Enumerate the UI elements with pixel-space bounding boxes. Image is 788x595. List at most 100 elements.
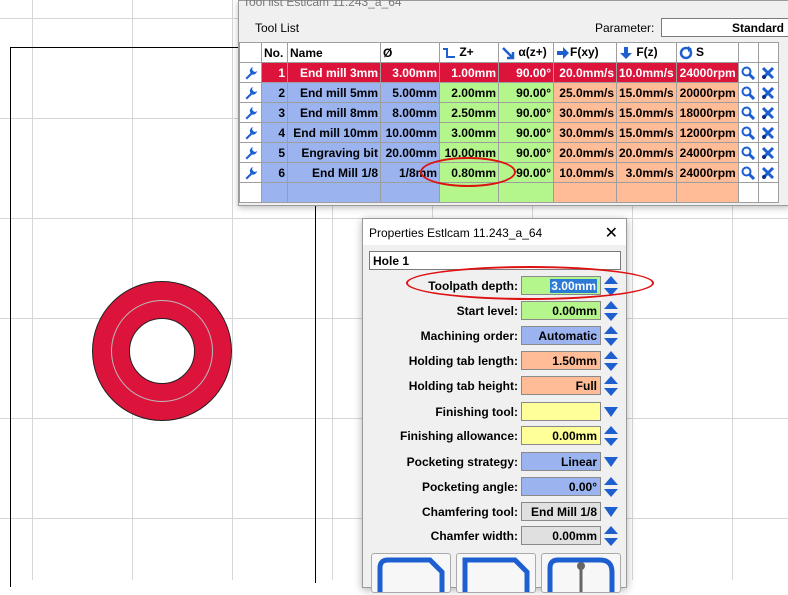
table-row[interactable]: 3 End mill 8mm 8.00mm 2.50mm 90.00° 30.0mm/s 1… — [239, 102, 779, 123]
tool-s-cell[interactable]: 18000rpm — [675, 102, 739, 123]
empty-cell[interactable] — [287, 182, 381, 203]
tool-z-cell[interactable]: 1.00mm — [439, 62, 499, 83]
dropdown-control[interactable] — [603, 505, 619, 519]
edit-tool-cell[interactable] — [239, 62, 262, 83]
hole-shape[interactable] — [92, 281, 232, 421]
tool-fxy-cell[interactable]: 30.0mm/s — [553, 122, 617, 143]
tool-s-cell[interactable]: 20000rpm — [675, 82, 739, 103]
tool-fxy-cell[interactable]: 30.0mm/s — [553, 102, 617, 123]
find-tool-cell[interactable] — [737, 62, 759, 83]
property-field[interactable] — [521, 402, 601, 421]
tool-name-cell[interactable]: End mill 3mm — [287, 62, 381, 83]
property-field[interactable]: 0.00° — [521, 477, 601, 496]
tool-no-cell[interactable]: 2 — [261, 82, 288, 103]
table-row[interactable]: 1 End mill 3mm 3.00mm 1.00mm 90.00° 20.0mm/s 1… — [239, 62, 779, 83]
tool-diameter-cell[interactable]: 20.00mm — [380, 142, 440, 163]
find-tool-cell[interactable] — [737, 102, 759, 123]
tool-diameter-cell[interactable]: 3.00mm — [380, 62, 440, 83]
tool-s-cell[interactable]: 24000rpm — [675, 162, 739, 183]
empty-cell[interactable] — [380, 182, 440, 203]
spin-control[interactable] — [603, 375, 619, 397]
contour-inside-button[interactable] — [456, 553, 536, 593]
property-field[interactable]: Full — [521, 376, 601, 395]
tool-name-cell[interactable]: End mill 10mm — [287, 122, 381, 143]
contour-outside-button[interactable] — [371, 553, 451, 593]
dropdown-control[interactable] — [603, 405, 619, 419]
find-tool-cell[interactable] — [737, 122, 759, 143]
tool-list-menu[interactable]: Tool List — [255, 21, 299, 35]
header-z[interactable]: Z+ — [439, 42, 499, 63]
dropdown-control[interactable] — [603, 455, 619, 469]
empty-cell[interactable] — [675, 182, 739, 203]
edit-tool-cell[interactable] — [239, 122, 262, 143]
tool-alpha-cell[interactable]: 90.00° — [498, 62, 554, 83]
tool-no-cell[interactable]: 1 — [261, 62, 288, 83]
property-field[interactable]: 1.50mm — [521, 351, 601, 370]
tool-s-cell[interactable]: 24000rpm — [675, 142, 739, 163]
tool-no-cell[interactable]: 6 — [261, 162, 288, 183]
tool-z-cell[interactable]: 3.00mm — [439, 122, 499, 143]
tool-alpha-cell[interactable]: 90.00° — [498, 102, 554, 123]
property-field[interactable]: Linear — [521, 452, 601, 471]
delete-tool-cell[interactable] — [757, 142, 779, 163]
tool-alpha-cell[interactable]: 90.00° — [498, 82, 554, 103]
tool-diameter-cell[interactable]: 10.00mm — [380, 122, 440, 143]
empty-cell[interactable] — [553, 182, 617, 203]
tool-diameter-cell[interactable]: 8.00mm — [380, 102, 440, 123]
tool-name-cell[interactable]: End mill 5mm — [287, 82, 381, 103]
find-tool-cell[interactable] — [737, 162, 759, 183]
table-row[interactable]: 5 Engraving bit 20.00mm 10.00mm 90.00° 20.0mm… — [239, 142, 779, 163]
property-field[interactable]: Automatic — [521, 326, 601, 345]
header-s[interactable]: S — [675, 42, 739, 63]
property-field[interactable]: 0.00mm — [521, 526, 601, 545]
table-row-empty[interactable] — [239, 182, 779, 203]
tool-alpha-cell[interactable]: 90.00° — [498, 142, 554, 163]
tool-fz-cell[interactable]: 20.0mm/s — [616, 142, 677, 163]
tool-z-cell[interactable]: 2.50mm — [439, 102, 499, 123]
tool-no-cell[interactable]: 4 — [261, 122, 288, 143]
tool-s-cell[interactable]: 24000rpm — [675, 62, 739, 83]
tool-name-cell[interactable]: Engraving bit — [287, 142, 381, 163]
property-field[interactable]: End Mill 1/8 — [521, 502, 601, 521]
close-icon[interactable]: ✕ — [605, 223, 618, 243]
delete-tool-cell[interactable] — [757, 162, 779, 183]
header-fz[interactable]: F(z) — [616, 42, 677, 63]
tool-name-cell[interactable]: End Mill 1/8 — [287, 162, 381, 183]
edit-tool-cell[interactable] — [239, 102, 262, 123]
tool-fxy-cell[interactable]: 10.0mm/s — [553, 162, 617, 183]
edit-tool-cell[interactable] — [239, 142, 262, 163]
spin-control[interactable] — [603, 525, 619, 547]
header-alpha[interactable]: α(z+) — [498, 42, 554, 63]
edit-tool-cell[interactable] — [239, 162, 262, 183]
tool-fxy-cell[interactable]: 20.0mm/s — [553, 62, 617, 83]
property-field[interactable]: 0.00mm — [521, 426, 601, 445]
table-row[interactable]: 4 End mill 10mm 10.00mm 3.00mm 90.00° 30.0mm/… — [239, 122, 779, 143]
drill-button[interactable] — [541, 553, 621, 593]
tool-fz-cell[interactable]: 10.0mm/s — [616, 62, 677, 83]
table-row[interactable]: 2 End mill 5mm 5.00mm 2.00mm 90.00° 25.0mm/s 1… — [239, 82, 779, 103]
edit-tool-cell[interactable] — [239, 82, 262, 103]
tool-name-cell[interactable]: End mill 8mm — [287, 102, 381, 123]
find-tool-cell[interactable] — [737, 142, 759, 163]
empty-cell[interactable] — [616, 182, 677, 203]
header-no[interactable]: No. — [261, 42, 288, 63]
tool-fz-cell[interactable]: 15.0mm/s — [616, 82, 677, 103]
empty-cell[interactable] — [261, 182, 288, 203]
tool-fxy-cell[interactable]: 25.0mm/s — [553, 82, 617, 103]
parameter-select[interactable]: Standard — [661, 18, 788, 37]
tool-fxy-cell[interactable]: 20.0mm/s — [553, 142, 617, 163]
header-name[interactable]: Name — [287, 42, 381, 63]
empty-cell[interactable] — [498, 182, 554, 203]
spin-control[interactable] — [603, 425, 619, 447]
spin-control[interactable] — [603, 325, 619, 347]
spin-control[interactable] — [603, 350, 619, 372]
spin-control[interactable] — [603, 300, 619, 322]
find-tool-cell[interactable] — [737, 82, 759, 103]
spin-control[interactable] — [603, 476, 619, 498]
delete-tool-cell[interactable] — [757, 62, 779, 83]
tool-fz-cell[interactable]: 3.0mm/s — [616, 162, 677, 183]
property-field[interactable]: 0.00mm — [521, 301, 601, 320]
delete-tool-cell[interactable] — [757, 82, 779, 103]
tool-diameter-cell[interactable]: 5.00mm — [380, 82, 440, 103]
header-fxy[interactable]: F(xy) — [553, 42, 617, 63]
